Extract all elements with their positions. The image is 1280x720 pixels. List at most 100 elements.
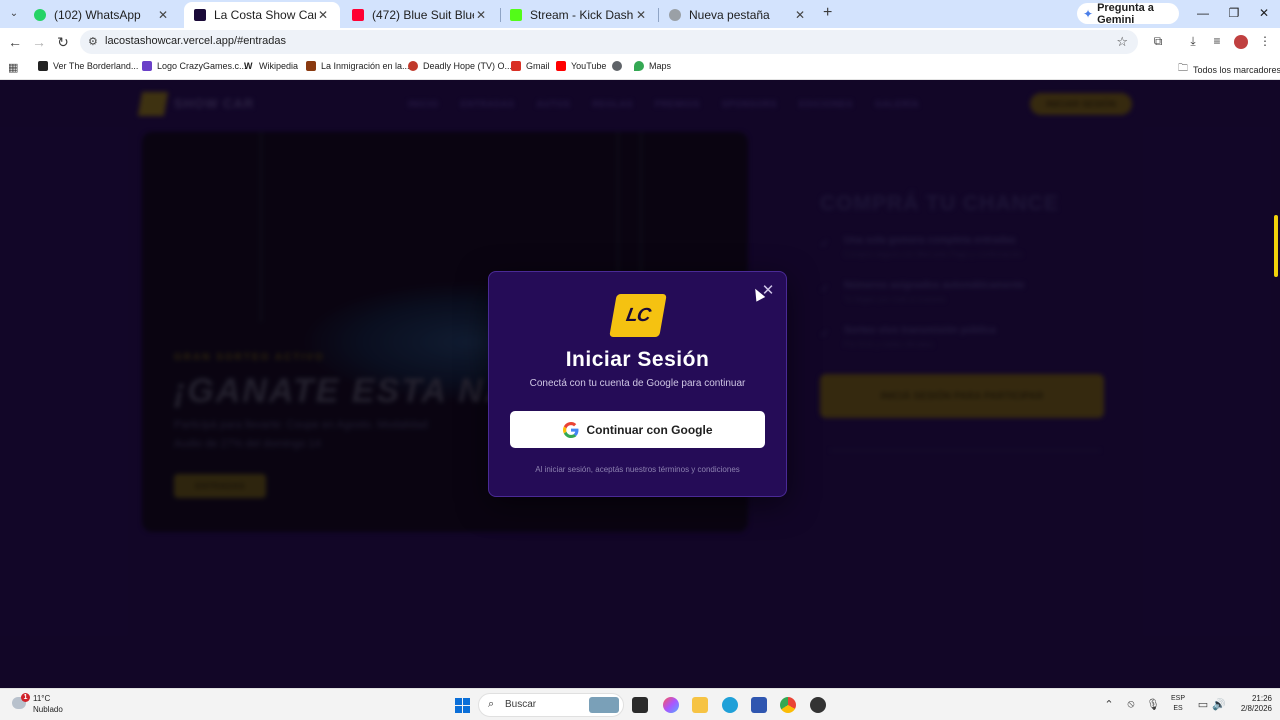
- bookmarks-bar: ▦ Ver The Borderland... Logo CrazyGames.…: [0, 56, 1280, 80]
- whatsapp-favicon-icon: [34, 9, 46, 21]
- back-arrow-icon[interactable]: ←: [7, 34, 23, 50]
- display-icon[interactable]: ▭: [1196, 698, 1210, 711]
- bookmark-item[interactable]: Deadly Hope (TV) O...: [408, 61, 512, 71]
- logo-text: LC: [624, 304, 652, 326]
- clock-time: 21:26: [1251, 694, 1272, 703]
- apps-grid-icon[interactable]: ▦: [8, 61, 18, 74]
- minimize-window-icon[interactable]: —: [1195, 6, 1211, 20]
- browser-toolbar: ← → ↻ ⚙ lacostashowcar.vercel.app/#entra…: [0, 28, 1280, 56]
- globe-icon: [612, 61, 622, 71]
- gmail-icon: [511, 61, 521, 71]
- tab-la-costa-show-car[interactable]: La Costa Show Car ✕: [184, 2, 340, 28]
- bookmark-label: La Inmigración en la...: [321, 61, 410, 71]
- all-bookmarks-folder[interactable]: 🗀 Todos los marcadores: [1178, 61, 1280, 78]
- modal-subtitle: Conectá con tu cuenta de Google para con…: [529, 378, 746, 389]
- bookmark-label: Ver The Borderland...: [53, 61, 139, 71]
- app-icon[interactable]: [810, 697, 826, 713]
- bookmark-label: Logo CrazyGames.c...: [157, 61, 247, 71]
- bookmark-item[interactable]: Ver The Borderland...: [38, 61, 138, 71]
- language-line2: ES: [1173, 705, 1183, 712]
- network-icon[interactable]: ⦸: [1124, 698, 1138, 711]
- folder-icon: 🗀: [1178, 63, 1188, 74]
- bookmark-item[interactable]: Gmail: [511, 61, 550, 71]
- lc-logo: LC: [609, 294, 667, 337]
- tab-whatsapp[interactable]: (102) WhatsApp ✕: [24, 2, 180, 28]
- bookmark-item[interactable]: Logo CrazyGames.c...: [142, 61, 247, 71]
- address-bar[interactable]: ⚙ lacostashowcar.vercel.app/#entradas ☆: [80, 30, 1138, 54]
- close-tab-icon[interactable]: ✕: [156, 8, 170, 22]
- google-g-icon: [562, 421, 578, 438]
- language-line1: ESP: [1171, 695, 1186, 702]
- login-modal: ✕ LC Iniciar Sesión Conectá con tu cuent…: [488, 271, 787, 497]
- download-icon[interactable]: ⤓: [1185, 34, 1201, 49]
- close-window-icon[interactable]: ✕: [1256, 6, 1272, 20]
- copilot-icon[interactable]: [663, 697, 679, 713]
- tab-search-icon[interactable]: ⌄: [6, 6, 22, 22]
- kick-favicon-icon: [510, 9, 522, 21]
- close-tab-icon[interactable]: ✕: [793, 8, 807, 22]
- file-explorer-icon[interactable]: [692, 697, 708, 713]
- tab-new-tab[interactable]: Nueva pestaña ✕: [659, 2, 817, 28]
- weather-temperature[interactable]: 11°C: [33, 694, 50, 703]
- page-scrollbar[interactable]: [1274, 215, 1278, 277]
- chrome-icon[interactable]: [780, 697, 796, 713]
- la-costa-favicon-icon: [194, 9, 206, 21]
- bookmark-item[interactable]: W Wikipedia: [244, 61, 298, 71]
- close-tab-icon[interactable]: ✕: [474, 8, 488, 22]
- bookmark-item[interactable]: YouTube: [556, 61, 606, 71]
- profile-avatar[interactable]: [1234, 35, 1248, 49]
- tab-title: (102) WhatsApp: [54, 8, 141, 22]
- bookmark-favicon-icon: [38, 61, 48, 71]
- language-indicator[interactable]: ESP ES: [1171, 694, 1185, 714]
- bookmark-label: Gmail: [526, 61, 550, 71]
- bookmark-label: YouTube: [571, 61, 607, 71]
- close-tab-icon[interactable]: ✕: [316, 8, 330, 22]
- tab-youtube[interactable]: (472) Blue Suit Blues – Chicago ✕: [342, 2, 498, 28]
- tab-strip: ⌄ (102) WhatsApp ✕ La Costa Show Car ✕ (…: [0, 0, 1280, 28]
- bookmark-label: Wikipedia: [259, 61, 299, 71]
- more-menu-icon[interactable]: ⋮: [1257, 34, 1273, 48]
- task-view-icon[interactable]: [632, 697, 648, 713]
- clock[interactable]: 21:26 2/8/2026: [1232, 694, 1272, 714]
- new-tab-plus-icon[interactable]: +: [823, 5, 837, 21]
- taskbar-search-box[interactable]: ⌕ Buscar: [478, 693, 624, 717]
- ask-gemini-button[interactable]: ✦ Pregunta a Gemini: [1077, 1, 1179, 26]
- tab-title: Nueva pestaña: [689, 8, 770, 22]
- show-hidden-icons-icon[interactable]: ⌃: [1102, 698, 1116, 711]
- microphone-icon[interactable]: 🎙: [1146, 698, 1160, 711]
- windows-start-icon[interactable]: [455, 698, 470, 713]
- weather-condition[interactable]: Nublado: [33, 705, 63, 714]
- bookmark-item[interactable]: Maps: [634, 61, 671, 71]
- youtube-icon: [556, 61, 566, 71]
- bookmark-label: Maps: [649, 61, 672, 71]
- bookmark-favicon-icon: [408, 61, 418, 71]
- reload-icon[interactable]: ↻: [55, 34, 71, 50]
- bookmark-star-icon[interactable]: ☆: [1116, 34, 1128, 50]
- tab-kick-dashboard[interactable]: Stream - Kick Dashboard ✕: [500, 2, 658, 28]
- volume-icon[interactable]: 🔊: [1212, 698, 1226, 711]
- google-button-label: Continuar con Google: [586, 422, 713, 437]
- maps-pin-icon: [634, 61, 644, 71]
- terms-text: Al iniciar sesión, aceptás nuestros térm…: [535, 465, 740, 474]
- modal-title: Iniciar Sesión: [565, 348, 710, 371]
- notification-badge: 1: [21, 693, 30, 702]
- continue-with-google-button[interactable]: Continuar con Google: [510, 411, 765, 448]
- bookmark-item[interactable]: La Inmigración en la...: [306, 61, 410, 71]
- bookmark-item[interactable]: [612, 61, 622, 71]
- gemini-label: Pregunta a Gemini: [1097, 1, 1154, 26]
- site-info-icon[interactable]: ⚙: [88, 35, 98, 48]
- search-icon: ⌕: [488, 698, 495, 710]
- search-highlight-image: [589, 697, 619, 713]
- tab-title: La Costa Show Car: [214, 8, 316, 22]
- media-queue-icon[interactable]: ≡: [1209, 34, 1225, 48]
- url-text[interactable]: lacostashowcar.vercel.app/#entradas: [105, 35, 286, 47]
- forward-arrow-icon[interactable]: →: [31, 34, 47, 50]
- all-bookmarks-label: Todos los marcadores: [1193, 64, 1280, 75]
- store-icon[interactable]: [751, 697, 767, 713]
- restore-window-icon[interactable]: ❐: [1226, 6, 1242, 20]
- extensions-puzzle-icon[interactable]: ⧉: [1150, 34, 1166, 49]
- edge-browser-icon[interactable]: [722, 697, 738, 713]
- close-tab-icon[interactable]: ✕: [634, 8, 648, 22]
- bookmark-favicon-icon: [142, 61, 152, 71]
- tab-title: Stream - Kick Dashboard: [530, 8, 634, 22]
